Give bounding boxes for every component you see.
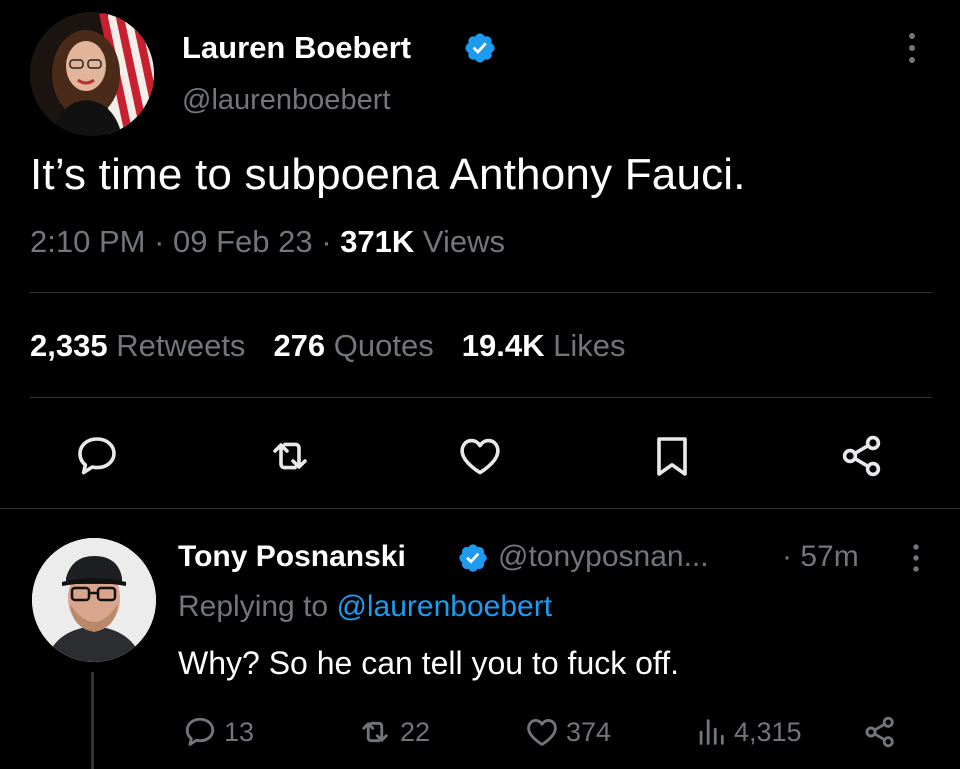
reply-like-button[interactable]: 374 bbox=[524, 712, 611, 752]
likes-stat[interactable]: 19.4K Likes bbox=[462, 328, 626, 363]
tweet-text: It’s time to subpoena Anthony Fauci. bbox=[30, 150, 746, 199]
quotes-label: Quotes bbox=[333, 328, 434, 363]
replying-to: Replying to @laurenboebert bbox=[178, 590, 552, 624]
divider bbox=[30, 397, 932, 398]
replying-mention[interactable]: @laurenboebert bbox=[336, 590, 552, 623]
quotes-stat[interactable]: 276 Quotes bbox=[273, 328, 433, 363]
section-separator bbox=[0, 508, 960, 509]
like-icon bbox=[527, 719, 557, 746]
retweets-stat[interactable]: 2,335 Retweets bbox=[30, 328, 245, 363]
engagement-stats: 2,335 Retweets 276 Quotes 19.4K Likes bbox=[30, 328, 625, 364]
reply-author-handle[interactable]: @tonyposnan... bbox=[498, 540, 709, 574]
retweets-label: Retweets bbox=[116, 328, 246, 363]
share-icon[interactable] bbox=[838, 432, 886, 480]
reply-icon bbox=[185, 717, 215, 746]
reply-time[interactable]: · 57m bbox=[782, 540, 859, 574]
reply-reply-button[interactable]: 13 bbox=[182, 712, 254, 752]
meta-separator: · bbox=[154, 224, 174, 259]
views-count: 4,315 bbox=[734, 716, 802, 747]
author-avatar[interactable] bbox=[30, 12, 154, 136]
more-options-icon[interactable] bbox=[906, 540, 926, 576]
reply-count: 13 bbox=[224, 716, 255, 747]
replying-prefix: Replying to bbox=[178, 590, 329, 623]
reply-views-button[interactable]: 4,315 bbox=[694, 712, 802, 752]
retweet-icon[interactable] bbox=[266, 432, 314, 480]
retweets-count: 2,335 bbox=[30, 328, 108, 363]
likes-label: Likes bbox=[553, 328, 626, 363]
retweet-icon bbox=[362, 721, 388, 743]
reply-author-name[interactable]: Tony Posnanski bbox=[178, 540, 406, 574]
tweet-meta: 2:10 PM · 09 Feb 23 · 371K Views bbox=[30, 224, 505, 260]
author-name[interactable]: Lauren Boebert bbox=[182, 30, 411, 66]
meta-separator: · bbox=[321, 224, 341, 259]
like-count: 374 bbox=[566, 716, 612, 747]
reply-share-button[interactable] bbox=[862, 712, 898, 752]
likes-count: 19.4K bbox=[461, 328, 545, 363]
reply-retweet-button[interactable]: 22 bbox=[356, 712, 430, 752]
reply-text: Why? So he can tell you to fuck off. bbox=[178, 645, 680, 681]
share-icon bbox=[865, 716, 894, 748]
verified-badge-icon bbox=[465, 33, 495, 63]
quotes-count: 276 bbox=[273, 328, 326, 363]
views-count: 371K bbox=[340, 224, 415, 259]
views-chart-icon bbox=[699, 719, 724, 745]
reply-icon[interactable] bbox=[73, 432, 121, 480]
tweet-date[interactable]: 09 Feb 23 bbox=[173, 224, 313, 259]
retweet-count: 22 bbox=[400, 716, 431, 747]
reply-author-avatar[interactable] bbox=[32, 538, 156, 662]
more-options-icon[interactable] bbox=[900, 28, 924, 68]
verified-badge-icon bbox=[459, 544, 487, 572]
bookmark-icon[interactable] bbox=[648, 432, 696, 480]
views-label: Views bbox=[422, 224, 506, 259]
thread-line bbox=[91, 672, 94, 769]
like-icon[interactable] bbox=[456, 432, 504, 480]
divider bbox=[30, 292, 932, 293]
tweet-time[interactable]: 2:10 PM bbox=[30, 224, 145, 259]
author-handle[interactable]: @laurenboebert bbox=[182, 84, 390, 117]
